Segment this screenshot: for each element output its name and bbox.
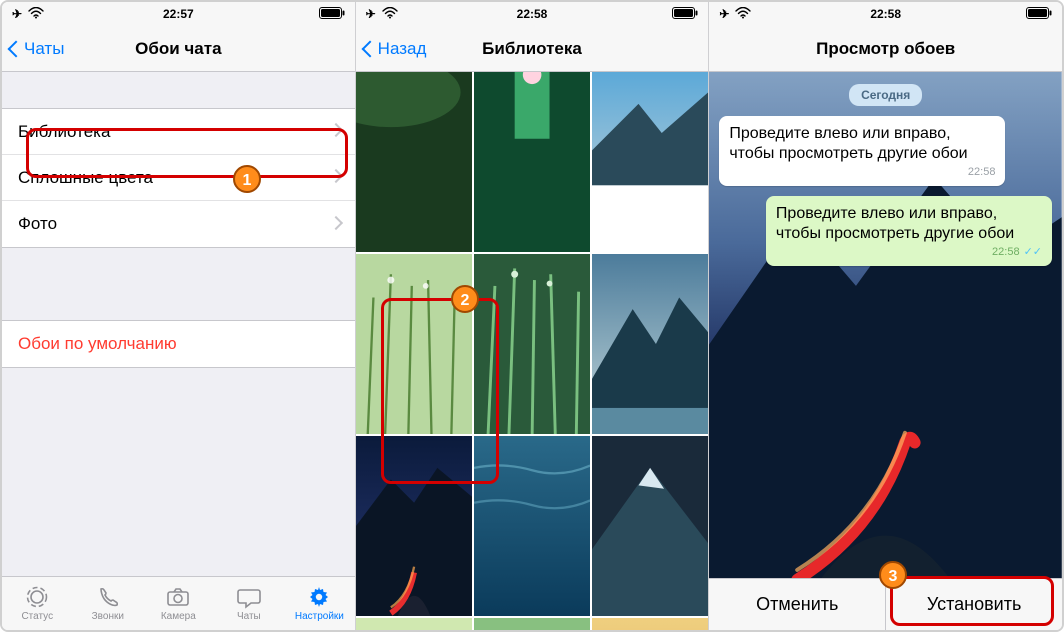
list-item-label: Фото [18, 214, 57, 234]
date-pill: Сегодня [849, 84, 922, 106]
reset-default-wallpaper[interactable]: Обои по умолчанию [2, 321, 355, 367]
back-button[interactable]: Назад [364, 39, 427, 59]
panel-library: ✈︎ 22:58 Назад Библиотека [356, 2, 710, 630]
action-label: Отменить [756, 594, 838, 615]
nav-title: Просмотр обоев [816, 39, 955, 59]
tab-label: Камера [161, 611, 196, 622]
wallpaper-options-list: Библиотека Сплошные цвета Фото [2, 108, 355, 248]
tab-calls[interactable]: Звонки [73, 577, 144, 630]
gear-icon [306, 585, 332, 609]
tab-camera[interactable]: Камера [143, 577, 214, 630]
tab-label: Статус [21, 611, 53, 622]
list-item-label: Библиотека [18, 122, 110, 142]
wallpaper-thumb-selected[interactable] [356, 436, 472, 616]
wallpaper-thumb[interactable] [592, 72, 708, 252]
chevron-left-icon [10, 39, 22, 59]
chevron-right-icon [331, 171, 339, 184]
list-item-library[interactable]: Библиотека [2, 109, 355, 155]
double-check-icon: ✓✓ [1024, 246, 1042, 258]
tab-label: Чаты [237, 611, 261, 622]
camera-icon [165, 585, 191, 609]
nav-title: Обои чата [135, 39, 221, 59]
tab-chats[interactable]: Чаты [214, 577, 285, 630]
list-item-solid-colors[interactable]: Сплошные цвета [2, 155, 355, 201]
list-item-label: Сплошные цвета [18, 168, 153, 188]
message-text: Проведите влево или вправо, чтобы просмо… [776, 204, 1042, 244]
wallpaper-preview[interactable]: Сегодня Проведите влево или вправо, чтоб… [709, 72, 1062, 578]
nav-bar: Назад Библиотека [356, 26, 709, 72]
battery-icon [319, 7, 345, 22]
reset-section: Обои по умолчанию [2, 320, 355, 368]
wifi-icon [735, 7, 751, 22]
battery-icon [672, 7, 698, 22]
wallpaper-thumb[interactable] [474, 436, 590, 616]
panel-preview: ✈︎ 22:58 Просмотр обоев [709, 2, 1062, 630]
wifi-icon [28, 7, 44, 22]
message-incoming: Проведите влево или вправо, чтобы просмо… [719, 116, 1005, 186]
message-outgoing: Проведите влево или вправо, чтобы просмо… [766, 196, 1052, 266]
status-bar: ✈︎ 22:58 [356, 2, 709, 26]
nav-bar: Просмотр обоев [709, 26, 1062, 72]
tab-label: Звонки [92, 611, 124, 622]
message-text: Проведите влево или вправо, чтобы просмо… [729, 124, 995, 164]
battery-icon [1026, 7, 1052, 22]
list-item-photos[interactable]: Фото [2, 201, 355, 247]
status-time: 22:57 [163, 7, 194, 21]
status-time: 22:58 [870, 7, 901, 21]
nav-title: Библиотека [482, 39, 582, 59]
nav-bar: Чаты Обои чата [2, 26, 355, 72]
cancel-button[interactable]: Отменить [709, 579, 885, 630]
airplane-icon: ✈︎ [366, 7, 376, 21]
tab-bar: Статус Звонки Камера Чаты Настройки [2, 576, 355, 630]
chevron-right-icon [331, 125, 339, 138]
list-item-label: Обои по умолчанию [18, 334, 177, 354]
wallpaper-thumb[interactable] [356, 72, 472, 252]
back-label: Назад [378, 39, 427, 59]
status-time: 22:58 [517, 7, 548, 21]
back-label: Чаты [24, 39, 64, 59]
wallpaper-thumb[interactable] [474, 618, 590, 630]
tab-label: Настройки [295, 611, 344, 622]
airplane-icon: ✈︎ [12, 7, 22, 21]
tab-settings[interactable]: Настройки [284, 577, 355, 630]
chevron-right-icon [331, 218, 339, 231]
wallpaper-grid [356, 72, 709, 630]
status-bar: ✈︎ 22:57 [2, 2, 355, 26]
status-icon [24, 585, 50, 609]
wallpaper-thumb[interactable] [474, 254, 590, 434]
message-time: 22:58 [992, 246, 1020, 258]
action-label: Установить [927, 594, 1021, 615]
message-time: 22:58 [729, 166, 995, 180]
airplane-icon: ✈︎ [719, 7, 729, 21]
wallpaper-thumb[interactable] [356, 618, 472, 630]
wallpaper-thumb[interactable] [592, 436, 708, 616]
wifi-icon [382, 7, 398, 22]
action-bar: Отменить Установить [709, 578, 1062, 630]
wallpaper-thumb[interactable] [592, 254, 708, 434]
chevron-left-icon [364, 39, 376, 59]
back-button[interactable]: Чаты [10, 39, 64, 59]
wallpaper-thumb[interactable] [592, 618, 708, 630]
panel-wallpaper-settings: ✈︎ 22:57 Чаты Обои чата Библиотека [2, 2, 356, 630]
phone-icon [95, 585, 121, 609]
status-bar: ✈︎ 22:58 [709, 2, 1062, 26]
wallpaper-thumb[interactable] [356, 254, 472, 434]
tab-status[interactable]: Статус [2, 577, 73, 630]
set-button[interactable]: Установить [885, 579, 1062, 630]
chat-icon [236, 585, 262, 609]
wallpaper-thumb[interactable] [474, 72, 590, 252]
